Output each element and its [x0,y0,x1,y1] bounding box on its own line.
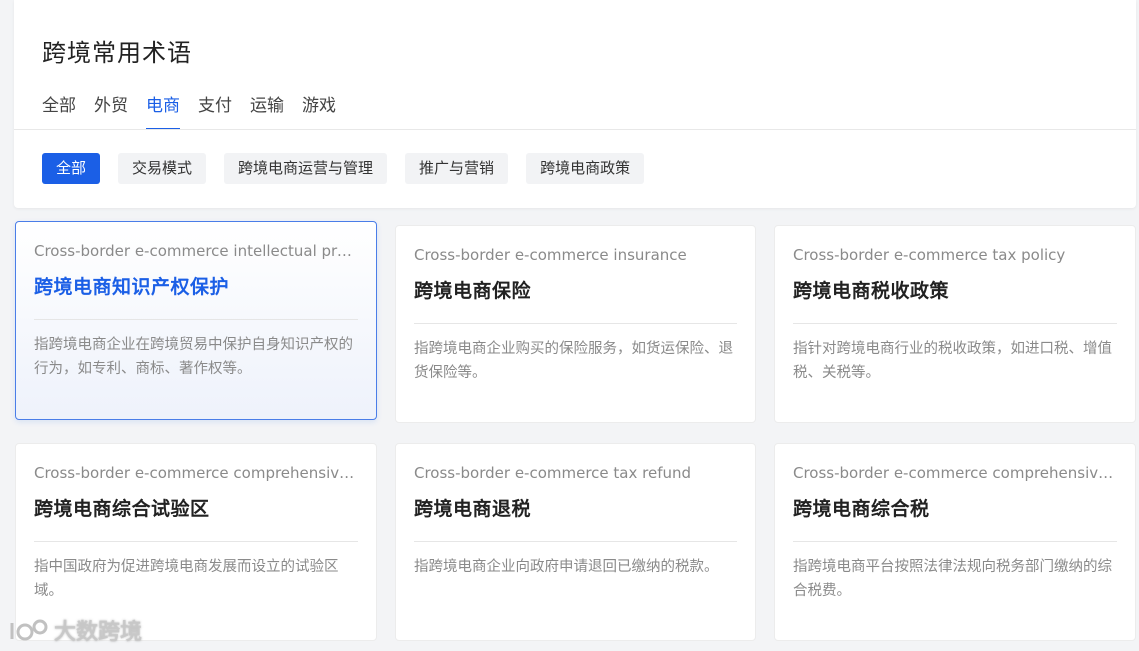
term-card[interactable]: Cross-border e-commerce comprehensive te… [15,443,377,641]
term-description: 指跨境电商平台按照法律法规向税务部门缴纳的综合税费。 [793,559,1112,599]
term-description: 指跨境电商企业购买的保险服务，如货运保险、退货保险等。 [414,341,733,381]
tab-all[interactable]: 全部 [42,94,76,130]
term-chinese: 跨境电商综合试验区 [34,498,210,520]
term-card[interactable]: Cross-border e-commerce tax refund 跨境电商退… [395,443,756,641]
term-english: Cross-border e-commerce tax policy [793,246,1066,264]
chip-marketing[interactable]: 推广与营销 [405,153,509,184]
term-chinese: 跨境电商知识产权保护 [34,276,230,298]
tab-foreign-trade[interactable]: 外贸 [94,94,128,130]
term-card[interactable]: Cross-border e-commerce intellectual pro… [15,221,377,420]
term-card[interactable]: Cross-border e-commerce tax policy 跨境电商税… [774,225,1136,423]
term-english: Cross-border e-commerce insurance [414,246,687,264]
term-english: Cross-border e-commerce comprehensive te… [34,464,358,482]
watermark-text: 大数跨境 [54,620,143,645]
subcategory-chips: 全部 交易模式 跨境电商运营与管理 推广与营销 跨境电商政策 [42,153,662,184]
chip-all[interactable]: 全部 [42,153,101,184]
term-chinese: 跨境电商退税 [414,498,532,520]
tab-payment[interactable]: 支付 [198,94,232,130]
term-chinese: 跨境电商综合税 [793,498,930,520]
term-chinese: 跨境电商保险 [414,280,532,302]
card-divider [34,541,358,542]
category-tabs: 全部 外贸 电商 支付 运输 游戏 [42,94,354,130]
header-panel: 跨境常用术语 全部 外贸 电商 支付 运输 游戏 全部 交易模式 跨境电商运营与… [14,0,1136,208]
tab-ecommerce[interactable]: 电商 [146,94,180,130]
card-divider [793,323,1117,324]
term-description: 指中国政府为促进跨境电商发展而设立的试验区域。 [34,559,339,599]
tabs-divider [14,129,1136,130]
term-description: 指跨境电商企业在跨境贸易中保护自身知识产权的行为，如专利、商标、著作权等。 [34,337,353,377]
card-divider [34,319,358,320]
term-english: Cross-border e-commerce intellectual pro… [34,242,358,260]
brand-logo-icon [10,619,48,641]
term-english: Cross-border e-commerce tax refund [414,464,692,482]
term-description: 指针对跨境电商行业的税收政策，如进口税、增值税、关税等。 [793,341,1112,381]
chip-operations[interactable]: 跨境电商运营与管理 [224,153,388,184]
tab-games[interactable]: 游戏 [302,94,336,130]
watermark-logo: 大数跨境 [8,614,142,646]
chip-policy[interactable]: 跨境电商政策 [526,153,645,184]
term-card[interactable]: Cross-border e-commerce comprehensive ta… [774,443,1136,641]
tab-shipping[interactable]: 运输 [250,94,284,130]
card-divider [414,541,737,542]
term-english: Cross-border e-commerce comprehensive ta… [793,464,1117,482]
term-card[interactable]: Cross-border e-commerce insurance 跨境电商保险… [395,225,756,423]
card-divider [414,323,737,324]
term-chinese: 跨境电商税收政策 [793,280,950,302]
term-description: 指跨境电商企业向政府申请退回已缴纳的税款。 [414,559,719,575]
page-title: 跨境常用术语 [42,39,192,67]
card-divider [793,541,1117,542]
chip-trade-mode[interactable]: 交易模式 [118,153,207,184]
